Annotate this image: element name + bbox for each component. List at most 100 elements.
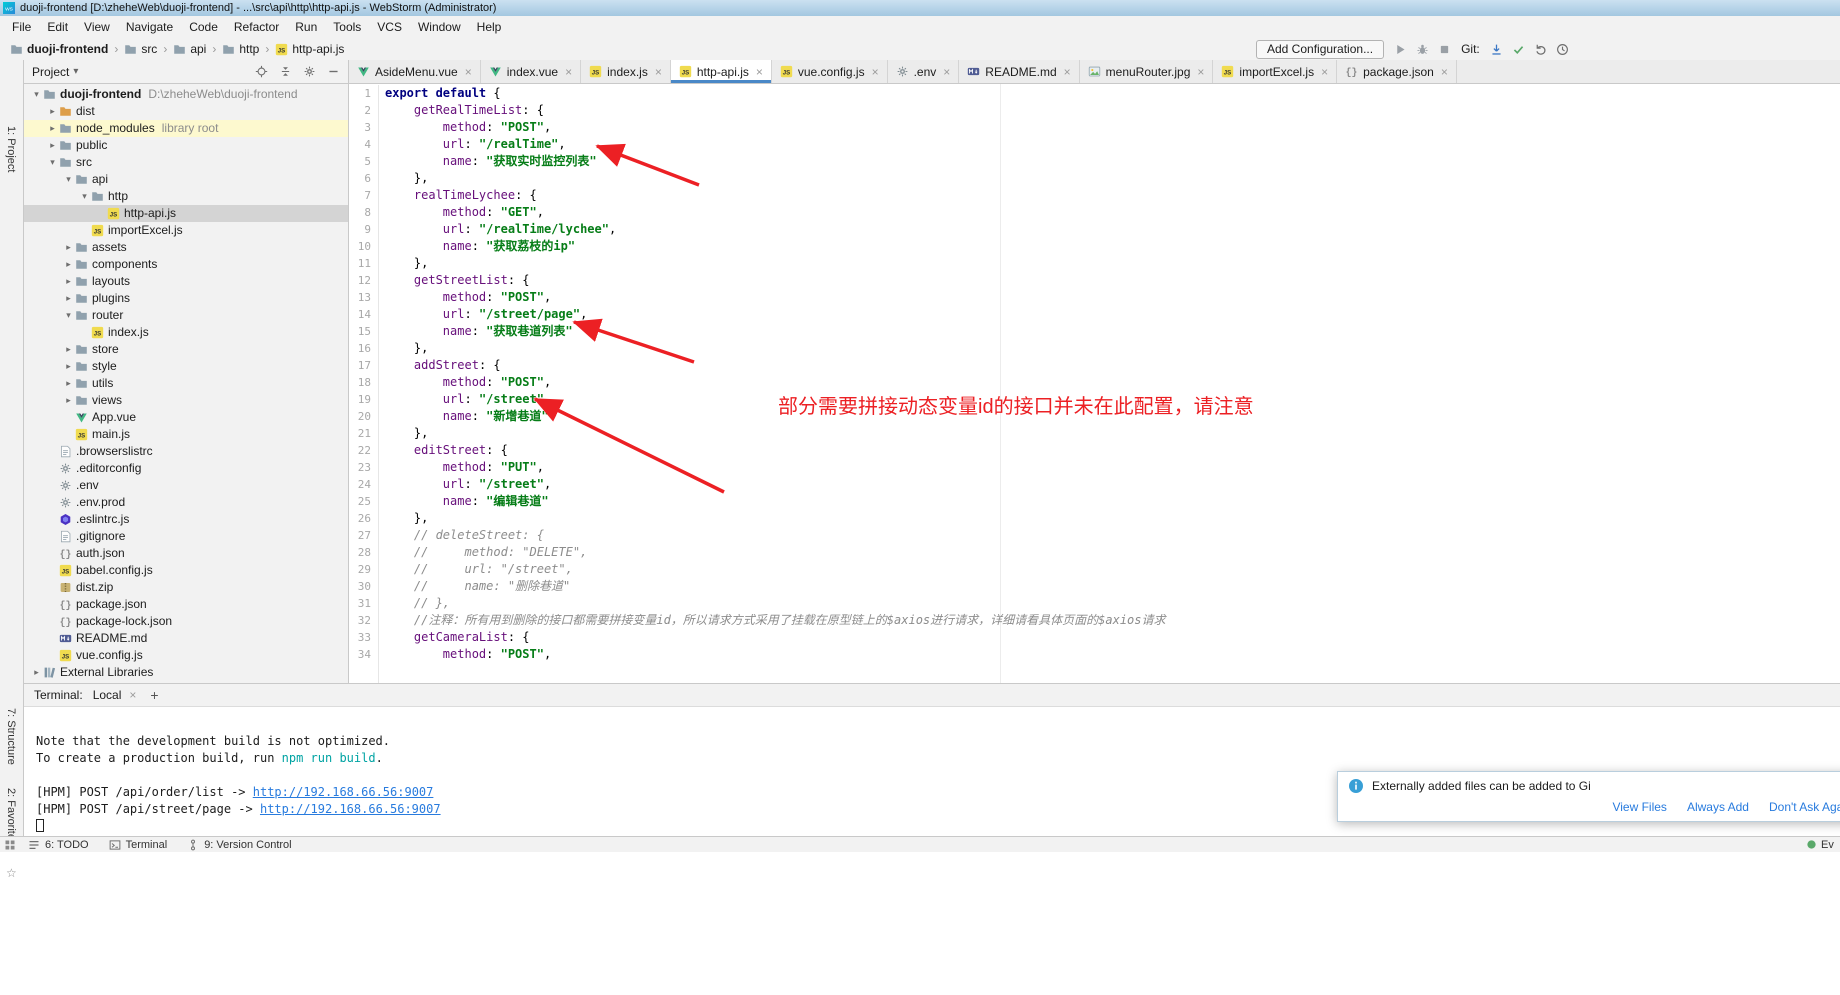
breadcrumb-http-api.js[interactable]: JShttp-api.js [275, 42, 344, 56]
tab-close-icon[interactable]: × [565, 65, 572, 79]
tree-closed-arrow-icon[interactable]: ▸ [62, 375, 75, 392]
git-commit-icon[interactable] [1512, 43, 1525, 56]
menu-help[interactable]: Help [469, 20, 510, 34]
menu-edit[interactable]: Edit [39, 20, 76, 34]
tree-item-http[interactable]: ▾http [24, 188, 348, 205]
breadcrumb-duoji-frontend[interactable]: duoji-frontend [10, 42, 108, 56]
tree-closed-arrow-icon[interactable]: ▸ [62, 290, 75, 307]
tree-closed-arrow-icon[interactable]: ▸ [62, 358, 75, 375]
tab-README.md[interactable]: README.md× [959, 60, 1079, 83]
notification-action[interactable]: Don't Ask Agai [1769, 800, 1840, 814]
statusbar-Terminal[interactable]: Terminal [109, 839, 168, 851]
tab-http-api.js[interactable]: JShttp-api.js× [671, 60, 772, 83]
tree-item-App.vue[interactable]: App.vue [24, 409, 348, 426]
tree-item-package-lock.json[interactable]: {}package-lock.json [24, 613, 348, 630]
clock-icon[interactable] [1556, 43, 1569, 56]
tree-closed-arrow-icon[interactable]: ▸ [30, 664, 43, 681]
collapse-all-icon[interactable] [279, 65, 292, 78]
tree-item-src[interactable]: ▾src [24, 154, 348, 171]
revert-icon[interactable] [1534, 43, 1547, 56]
menu-view[interactable]: View [76, 20, 118, 34]
tree-item-components[interactable]: ▸components [24, 256, 348, 273]
run-icon[interactable] [1394, 43, 1407, 56]
stripe-project-button[interactable]: 1: Project [5, 126, 17, 172]
tree-closed-arrow-icon[interactable]: ▸ [46, 103, 59, 120]
tab-close-icon[interactable]: × [756, 65, 763, 79]
statusbar-6: TODO[interactable]: 6: TODO [28, 839, 89, 851]
tree-item-package.json[interactable]: {}package.json [24, 596, 348, 613]
tree-item-utils[interactable]: ▸utils [24, 375, 348, 392]
tab-close-icon[interactable]: × [872, 65, 879, 79]
stop-icon[interactable] [1438, 43, 1451, 56]
tab-.env[interactable]: .env× [888, 60, 960, 83]
tree-item-vue.config.js[interactable]: JSvue.config.js [24, 647, 348, 664]
favorites-star-icon[interactable]: ☆ [6, 866, 17, 880]
tab-index.js[interactable]: JSindex.js× [581, 60, 671, 83]
debug-icon[interactable] [1416, 43, 1429, 56]
menu-file[interactable]: File [4, 20, 39, 34]
tree-item-.gitignore[interactable]: .gitignore [24, 528, 348, 545]
project-panel-title[interactable]: Project [32, 65, 69, 79]
tree-item-plugins[interactable]: ▸plugins [24, 290, 348, 307]
terminal-link[interactable]: http://192.168.66.56:9007 [260, 802, 441, 816]
hide-icon[interactable] [327, 65, 340, 78]
tab-close-icon[interactable]: × [655, 65, 662, 79]
tree-item-External Libraries[interactable]: ▸External Libraries [24, 664, 348, 681]
terminal-tab-close-icon[interactable]: × [129, 688, 136, 702]
git-update-icon[interactable] [1490, 43, 1503, 56]
menu-vcs[interactable]: VCS [369, 20, 410, 34]
tree-item-index.js[interactable]: JSindex.js [24, 324, 348, 341]
menu-run[interactable]: Run [287, 20, 325, 34]
tree-item-README.md[interactable]: README.md [24, 630, 348, 647]
event-log[interactable]: Ev [1806, 837, 1834, 852]
menu-window[interactable]: Window [410, 20, 469, 34]
tree-item-assets[interactable]: ▸assets [24, 239, 348, 256]
tree-item-.editorconfig[interactable]: .editorconfig [24, 460, 348, 477]
statusbar-9: Version Control[interactable]: 9: Version Control [187, 839, 291, 851]
tree-item-babel.config.js[interactable]: JSbabel.config.js [24, 562, 348, 579]
project-dropdown-caret-icon[interactable]: ▾ [73, 66, 78, 77]
tree-item-api[interactable]: ▾api [24, 171, 348, 188]
tree-closed-arrow-icon[interactable]: ▸ [62, 341, 75, 358]
tree-closed-arrow-icon[interactable]: ▸ [46, 120, 59, 137]
terminal-link[interactable]: http://192.168.66.56:9007 [253, 785, 434, 799]
stripe-structure-button[interactable]: 7: Structure [5, 708, 17, 765]
tree-closed-arrow-icon[interactable]: ▸ [62, 392, 75, 409]
tree-item-main.js[interactable]: JSmain.js [24, 426, 348, 443]
toolwindow-switcher-icon[interactable] [4, 839, 16, 851]
tree-item-http-api.js[interactable]: JShttp-api.js [24, 205, 348, 222]
tree-item-style[interactable]: ▸style [24, 358, 348, 375]
tree-open-arrow-icon[interactable]: ▾ [62, 307, 75, 324]
add-configuration-button[interactable]: Add Configuration... [1256, 40, 1384, 59]
tree-item-store[interactable]: ▸store [24, 341, 348, 358]
notification-action[interactable]: Always Add [1687, 800, 1749, 814]
tab-close-icon[interactable]: × [465, 65, 472, 79]
tab-close-icon[interactable]: × [1064, 65, 1071, 79]
tree-open-arrow-icon[interactable]: ▾ [78, 188, 91, 205]
tree-item-importExcel.js[interactable]: JSimportExcel.js [24, 222, 348, 239]
tree-item-router[interactable]: ▾router [24, 307, 348, 324]
tab-close-icon[interactable]: × [1197, 65, 1204, 79]
tree-item-dist[interactable]: ▸dist [24, 103, 348, 120]
tree-item-layouts[interactable]: ▸layouts [24, 273, 348, 290]
tree-item-node_modules[interactable]: ▸node_moduleslibrary root [24, 120, 348, 137]
new-terminal-button[interactable]: + [146, 687, 162, 703]
tree-item-dist.zip[interactable]: dist.zip [24, 579, 348, 596]
tree-item-auth.json[interactable]: {}auth.json [24, 545, 348, 562]
tree-closed-arrow-icon[interactable]: ▸ [62, 239, 75, 256]
tree-item-.eslintrc.js[interactable]: .eslintrc.js [24, 511, 348, 528]
tree-open-arrow-icon[interactable]: ▾ [46, 154, 59, 171]
locate-icon[interactable] [255, 65, 268, 78]
tree-closed-arrow-icon[interactable]: ▸ [46, 137, 59, 154]
tree-item-duoji-frontend[interactable]: ▾duoji-frontendD:\zheheWeb\duoji-fronten… [24, 86, 348, 103]
tab-close-icon[interactable]: × [1321, 65, 1328, 79]
menu-tools[interactable]: Tools [325, 20, 369, 34]
tab-AsideMenu.vue[interactable]: AsideMenu.vue× [349, 60, 481, 83]
terminal-tab-local[interactable]: Local × [93, 688, 137, 702]
tab-index.vue[interactable]: index.vue× [481, 60, 581, 83]
tab-importExcel.js[interactable]: JSimportExcel.js× [1213, 60, 1337, 83]
tab-menuRouter.jpg[interactable]: menuRouter.jpg× [1080, 60, 1214, 83]
tab-package.json[interactable]: {}package.json× [1337, 60, 1457, 83]
breadcrumb-src[interactable]: src [124, 42, 157, 56]
tree-item-public[interactable]: ▸public [24, 137, 348, 154]
